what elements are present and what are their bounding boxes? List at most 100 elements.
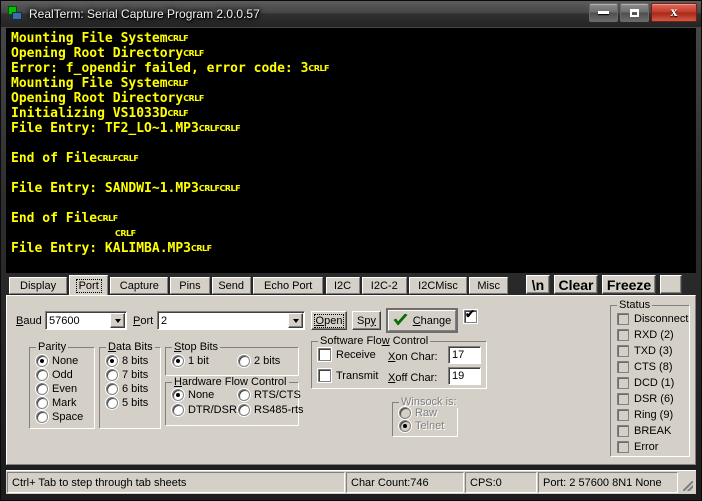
terminal-text: Mounting File SystemCRLF Opening Root Dir…: [11, 31, 330, 256]
newline-button[interactable]: \n: [526, 275, 550, 294]
status-lamp-dsr[interactable]: DSR (6): [617, 393, 674, 405]
hw-flow-option-dtrdsr[interactable]: DTR/DSR: [172, 404, 237, 416]
status-lamp-break[interactable]: BREAK: [617, 425, 671, 437]
parity-option-even[interactable]: Even: [36, 383, 77, 395]
control-char-glyph: CRLF: [167, 79, 189, 88]
tab-misc[interactable]: Misc: [469, 277, 509, 294]
toolbutton-label: Freeze: [606, 276, 652, 293]
control-char-glyph: CRLF: [183, 94, 204, 103]
port-settings-panel: Baud 57600 Port 2 Open Spy Change ✔ Pari…: [6, 295, 696, 465]
status-lamp-txd[interactable]: TXD (3): [617, 345, 673, 357]
tab-port[interactable]: Port: [69, 275, 109, 295]
parity-option-odd[interactable]: Odd: [36, 369, 73, 381]
tab-i2c[interactable]: I2C: [325, 277, 360, 294]
status-title: Status: [617, 299, 653, 311]
toolbutton-label: Clear: [558, 276, 594, 293]
freeze-button[interactable]: Freeze: [602, 275, 656, 294]
stop-bits-group: Stop Bits 1 bit 2 bits: [165, 341, 299, 376]
control-char-glyph: CRLF: [97, 154, 118, 163]
terminal-line-text: File Entry: TF2_LO~1.MP3: [11, 121, 199, 136]
xon-char-label: Xon Char:: [388, 351, 438, 363]
status-bar: Ctrl+ Tab to step through tab sheets Cha…: [6, 470, 696, 494]
change-auto-checkbox[interactable]: [464, 308, 477, 323]
terminal-line-text: End of File: [11, 151, 98, 166]
terminal-line: Initializing VS1033DCRLF: [11, 106, 329, 121]
terminal-line-text: File Entry: SANDWI~1.MP3: [11, 181, 199, 196]
chevron-down-icon[interactable]: [288, 313, 303, 328]
hw-flow-option-none[interactable]: None: [172, 389, 214, 401]
baud-combo[interactable]: 57600: [45, 311, 127, 330]
parity-option-mark[interactable]: Mark: [36, 397, 76, 409]
status-lamp-rxd[interactable]: RXD (2): [617, 329, 674, 341]
help-button[interactable]: [660, 275, 682, 294]
software-flow-group: Software Flow Control Receive Xon Char: …: [311, 335, 487, 389]
tab-label: Send: [218, 279, 245, 292]
control-char-glyph: CRLF: [308, 64, 330, 73]
parity-option-space[interactable]: Space: [36, 411, 83, 423]
data-bits-option-6[interactable]: 6 bits: [106, 383, 148, 395]
winsock-option-raw[interactable]: Raw: [399, 407, 437, 419]
terminal-line-text: Mounting File System: [11, 76, 168, 91]
tab-i2cmisc[interactable]: I2CMisc: [409, 277, 468, 294]
chevron-down-icon[interactable]: [110, 313, 125, 328]
tab-label: Echo Port: [263, 279, 313, 292]
clear-button[interactable]: Clear: [554, 275, 598, 294]
hw-flow-option-rs485[interactable]: RS485-rts: [238, 404, 304, 416]
tab-capture[interactable]: Capture: [110, 277, 169, 294]
parity-option-none[interactable]: None: [36, 355, 78, 367]
winsock-option-telnet[interactable]: Telnet: [399, 420, 444, 432]
status-lamp-error[interactable]: Error: [617, 441, 658, 453]
tab-send[interactable]: Send: [211, 277, 251, 294]
data-bits-option-7[interactable]: 7 bits: [106, 369, 148, 381]
terminal-output-area[interactable]: Mounting File SystemCRLF Opening Root Dir…: [6, 28, 696, 273]
tab-echo-port[interactable]: Echo Port: [252, 277, 324, 294]
stop-bits-option-2[interactable]: 2 bits: [238, 355, 280, 367]
tab-i2c-2[interactable]: I2C-2: [361, 277, 407, 294]
toolbutton-label: \n: [531, 276, 545, 293]
parity-title: Parity: [36, 341, 69, 353]
status-lamp-disconnect[interactable]: Disconnect: [617, 313, 688, 325]
terminal-line: CRLF: [11, 226, 329, 241]
tab-pins[interactable]: Pins: [170, 277, 210, 294]
data-bits-option-5[interactable]: 5 bits: [106, 397, 148, 409]
spy-button[interactable]: Spy: [352, 311, 381, 330]
minimize-button[interactable]: [589, 3, 618, 22]
sw-flow-receive-checkbox[interactable]: Receive: [318, 348, 376, 361]
control-char-glyph: CRLF: [167, 34, 189, 43]
control-char-glyph: CRLF: [198, 124, 220, 133]
xoff-char-input[interactable]: 19: [448, 367, 481, 385]
statusbar-char-count: Char Count:746: [346, 472, 464, 493]
terminal-line-text: File Entry: KALIMBA.MP3: [11, 241, 192, 256]
tab-display[interactable]: Display: [9, 277, 68, 294]
status-lamp-cts[interactable]: CTS (8): [617, 361, 673, 373]
port-combo[interactable]: 2: [157, 311, 305, 330]
control-char-glyph: CRLF: [191, 244, 212, 253]
hw-flow-option-rtscts[interactable]: RTS/CTS: [238, 389, 301, 401]
status-lamp-dcd[interactable]: DCD (1): [617, 377, 674, 389]
control-char-glyph: CRLF: [219, 184, 241, 193]
terminal-line: Error: f_opendir failed, error code: 3CR…: [11, 61, 330, 76]
tab-label: Capture: [119, 279, 159, 292]
terminal-line: End of FileCRLF: [11, 211, 329, 226]
open-button[interactable]: Open: [311, 311, 347, 330]
terminal-line-text: Opening Root Directory: [11, 91, 184, 106]
terminal-line: Opening Root DirectoryCRLF: [11, 46, 329, 61]
sw-flow-transmit-checkbox[interactable]: Transmit: [318, 369, 378, 382]
data-bits-option-8[interactable]: 8 bits: [106, 355, 148, 367]
terminal-line: File Entry: TF2_LO~1.MP3CRLFCRLF: [11, 121, 329, 136]
stop-bits-option-1[interactable]: 1 bit: [172, 355, 209, 367]
terminal-line: File Entry: KALIMBA.MP3CRLF: [11, 241, 329, 256]
window-controls: x: [587, 3, 697, 22]
xon-char-input[interactable]: 17: [448, 346, 481, 364]
maximize-button[interactable]: [620, 3, 649, 22]
resize-grip[interactable]: [679, 472, 695, 493]
change-button[interactable]: Change: [386, 308, 458, 333]
baud-label: Baud: [16, 315, 42, 327]
status-lamp-ring[interactable]: Ring (9): [617, 409, 673, 421]
baud-value: 57600: [49, 314, 80, 327]
tab-label: Display: [20, 279, 57, 292]
close-button[interactable]: x: [651, 3, 697, 22]
title-bar: RealTerm: Serial Capture Program 2.0.0.5…: [1, 1, 701, 27]
window-title: RealTerm: Serial Capture Program 2.0.0.5…: [29, 7, 260, 21]
